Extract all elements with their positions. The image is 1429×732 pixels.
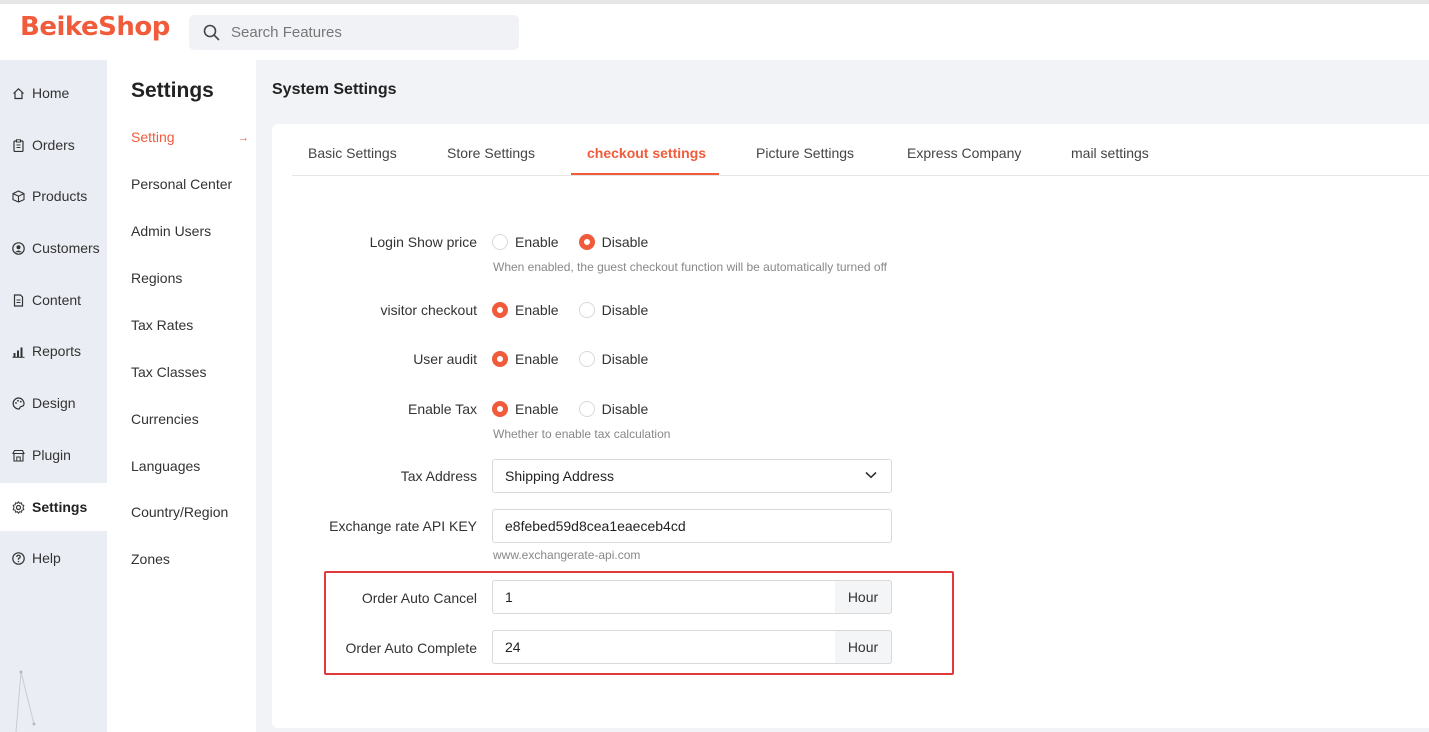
nav-item-design[interactable]: Design bbox=[0, 379, 107, 427]
radio-label-enable: Enable bbox=[515, 302, 559, 318]
radio-label-disable: Disable bbox=[601, 302, 649, 318]
page-title: System Settings bbox=[272, 81, 397, 98]
nav-item-customers[interactable]: Customers bbox=[0, 224, 107, 272]
tax-address-label: Tax Address bbox=[400, 468, 477, 484]
nav-label: Plugin bbox=[32, 447, 71, 463]
nav-label: Settings bbox=[32, 499, 88, 515]
tab-store-settings[interactable]: Store Settings bbox=[447, 145, 535, 161]
radio-label-enable: Enable bbox=[515, 401, 559, 417]
visitor-checkout-radio-group: Enable Disable bbox=[492, 302, 648, 318]
question-icon bbox=[11, 551, 25, 565]
nav-label: Reports bbox=[32, 343, 82, 359]
tax-address-select[interactable]: Shipping Address bbox=[492, 459, 892, 493]
nav-item-settings[interactable]: Settings bbox=[0, 483, 107, 531]
nav-label: Customers bbox=[32, 240, 100, 256]
user-audit-radio-group: Enable Disable bbox=[492, 351, 648, 367]
active-tab-indicator bbox=[571, 173, 719, 175]
clipboard-icon bbox=[11, 138, 25, 152]
submenu-item-personal-center[interactable]: Personal Center bbox=[131, 176, 251, 192]
nav-item-plugin[interactable]: Plugin bbox=[0, 431, 107, 479]
order-auto-complete-unit: Hour bbox=[835, 630, 892, 664]
box-icon bbox=[11, 189, 25, 203]
settings-tabs: Basic Settings Store Settings checkout s… bbox=[292, 124, 1429, 176]
enable-tax-enable-radio[interactable] bbox=[492, 401, 508, 417]
radio-label-disable: Disable bbox=[601, 401, 649, 417]
nav-item-reports[interactable]: Reports bbox=[0, 327, 107, 375]
document-icon bbox=[11, 293, 25, 307]
main-sidebar: Home Orders Products Customers Content R… bbox=[0, 60, 107, 732]
nav-label: Products bbox=[32, 188, 88, 204]
nav-label: Design bbox=[32, 395, 76, 411]
submenu-title: Settings bbox=[131, 79, 214, 102]
exchange-rate-api-key-input[interactable] bbox=[492, 509, 892, 543]
user-audit-disable-radio[interactable] bbox=[578, 351, 595, 367]
exchange-rate-api-key-label: Exchange rate API KEY bbox=[329, 518, 477, 534]
visitor-checkout-label: visitor checkout bbox=[380, 302, 477, 318]
bar-chart-icon bbox=[11, 344, 25, 358]
enable-tax-radio-group: Enable Disable bbox=[492, 401, 648, 417]
login-show-price-help: When enabled, the guest checkout functio… bbox=[493, 260, 888, 274]
user-audit-label: User audit bbox=[413, 351, 477, 367]
user-audit-enable-radio[interactable] bbox=[492, 351, 508, 367]
tab-express-company[interactable]: Express Company bbox=[907, 145, 1021, 161]
order-auto-complete-input[interactable] bbox=[492, 630, 836, 664]
search-input[interactable] bbox=[231, 15, 511, 50]
visitor-checkout-enable-radio[interactable] bbox=[492, 302, 508, 318]
nav-item-orders[interactable]: Orders bbox=[0, 121, 107, 169]
decorative-sketch-icon bbox=[15, 670, 36, 732]
palette-icon bbox=[11, 396, 25, 410]
order-auto-cancel-unit: Hour bbox=[835, 580, 892, 614]
tab-picture-settings[interactable]: Picture Settings bbox=[756, 145, 854, 161]
enable-tax-label: Enable Tax bbox=[407, 401, 477, 417]
search-icon bbox=[203, 24, 220, 41]
search-box[interactable] bbox=[189, 15, 519, 50]
tab-basic-settings[interactable]: Basic Settings bbox=[308, 145, 397, 161]
user-circle-icon bbox=[11, 241, 25, 255]
brand-logo[interactable]: BeikeShop bbox=[20, 12, 170, 42]
top-header: BeikeShop bbox=[0, 0, 1429, 60]
nav-label: Content bbox=[32, 292, 82, 308]
chevron-down-icon bbox=[865, 471, 877, 479]
store-icon bbox=[11, 448, 25, 462]
submenu-item-tax-rates[interactable]: Tax Rates bbox=[131, 317, 251, 333]
order-auto-cancel-label: Order Auto Cancel bbox=[361, 590, 477, 606]
enable-tax-disable-radio[interactable] bbox=[578, 401, 595, 417]
radio-label-enable: Enable bbox=[515, 234, 559, 250]
tab-checkout-settings[interactable]: checkout settings bbox=[587, 145, 706, 161]
login-show-price-label: Login Show price bbox=[369, 234, 477, 250]
submenu-item-regions[interactable]: Regions bbox=[131, 270, 251, 286]
exchange-rate-api-help-link[interactable]: www.exchangerate-api.com bbox=[493, 548, 640, 562]
enable-tax-help: Whether to enable tax calculation bbox=[493, 427, 671, 441]
nav-label: Orders bbox=[32, 137, 75, 153]
nav-label: Home bbox=[32, 85, 70, 101]
radio-label-enable: Enable bbox=[515, 351, 559, 367]
tax-address-selected-value: Shipping Address bbox=[505, 468, 614, 484]
tab-mail-settings[interactable]: mail settings bbox=[1071, 145, 1149, 161]
nav-item-help[interactable]: Help bbox=[0, 534, 107, 582]
login-show-price-radio-group: Enable Disable bbox=[492, 234, 648, 250]
submenu-item-setting[interactable]: Setting bbox=[131, 129, 251, 145]
radio-label-disable: Disable bbox=[601, 351, 649, 367]
nav-item-content[interactable]: Content bbox=[0, 276, 107, 324]
submenu-item-zones[interactable]: Zones bbox=[131, 551, 251, 567]
visitor-checkout-disable-radio[interactable] bbox=[578, 302, 595, 318]
login-show-price-disable-radio[interactable] bbox=[578, 234, 595, 250]
order-auto-complete-label: Order Auto Complete bbox=[345, 640, 477, 656]
order-auto-cancel-input[interactable] bbox=[492, 580, 836, 614]
arrow-right-icon: → bbox=[238, 132, 249, 144]
gear-icon bbox=[11, 500, 25, 514]
home-icon bbox=[11, 86, 25, 100]
nav-item-products[interactable]: Products bbox=[0, 172, 107, 220]
nav-item-home[interactable]: Home bbox=[0, 69, 107, 117]
login-show-price-enable-radio[interactable] bbox=[492, 234, 508, 250]
nav-label: Help bbox=[32, 550, 61, 566]
settings-submenu: Settings Setting Personal Center Admin U… bbox=[107, 60, 256, 732]
radio-label-disable: Disable bbox=[601, 234, 649, 250]
